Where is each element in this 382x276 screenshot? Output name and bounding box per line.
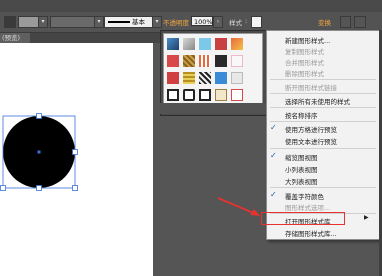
style-swatch[interactable] — [167, 55, 179, 67]
menu-separator — [270, 93, 376, 94]
style-swatch[interactable] — [183, 55, 195, 67]
center-point — [37, 150, 41, 154]
style-swatch[interactable] — [199, 55, 211, 67]
menu-separator — [270, 79, 376, 80]
chevron-down-icon[interactable]: ▾ — [152, 16, 162, 28]
variable-width-field[interactable]: 基本 — [104, 16, 154, 28]
menu-item-duplicate-style: 复制图形样式 — [285, 48, 324, 56]
menu-item-new-style[interactable]: 新建图形样式... — [285, 35, 330, 45]
style-swatch[interactable] — [231, 72, 243, 84]
style-swatch[interactable] — [183, 38, 195, 50]
style-swatch[interactable] — [199, 38, 211, 50]
style-swatch[interactable] — [251, 16, 262, 28]
selected-circle[interactable] — [0, 106, 90, 202]
style-swatch[interactable] — [199, 89, 211, 101]
transform-icon[interactable] — [340, 16, 351, 28]
stroke-weight-field[interactable] — [50, 16, 96, 28]
opacity-input[interactable]: 100% — [191, 16, 213, 26]
fill-swatch[interactable] — [4, 16, 16, 28]
menu-icon[interactable] — [354, 16, 366, 28]
menu-item-preview-square[interactable]: 使用方格进行预览 — [285, 124, 337, 134]
menu-item-style-options: 图形样式选项... — [285, 204, 331, 212]
style-swatch[interactable] — [231, 38, 243, 50]
handle-bottom-right[interactable] — [72, 185, 78, 191]
chevron-down-icon[interactable]: ▾ — [38, 16, 48, 28]
menu-item-save-library[interactable]: 存储图形样式库... — [285, 228, 337, 238]
panel-footer — [160, 103, 266, 114]
style-swatch[interactable] — [183, 72, 195, 84]
menu-separator — [270, 107, 376, 108]
menu-item-sort-by-name[interactable]: 按名称排序 — [285, 110, 318, 120]
style-swatch[interactable] — [215, 72, 227, 84]
style-swatch[interactable] — [215, 89, 227, 101]
menu-separator — [270, 121, 376, 122]
style-colon: : — [245, 17, 248, 25]
chevron-right-icon: ▶ — [364, 214, 369, 221]
document-tab[interactable]: (预览) — [0, 33, 30, 43]
style-swatch[interactable] — [215, 55, 227, 67]
menu-item-preview-text[interactable]: 使用文本进行预览 — [285, 136, 337, 146]
menu-item-select-unused[interactable]: 选择所有未使用的样式 — [285, 96, 350, 106]
stroke-swatch[interactable] — [18, 16, 40, 28]
stroke-profile-label: 基本 — [132, 18, 145, 26]
menu-bar — [0, 0, 382, 12]
menu-item-break-link: 断开图形样式链接 — [285, 84, 337, 92]
handle-top[interactable] — [36, 113, 42, 119]
style-swatch[interactable] — [167, 38, 179, 50]
check-icon: ✓ — [270, 190, 277, 199]
menu-item-thumbnail-view[interactable]: 缩览图视图 — [285, 152, 318, 162]
check-icon: ✓ — [270, 151, 277, 160]
style-swatch[interactable] — [231, 89, 243, 101]
chevron-down-icon[interactable]: ▾ — [94, 16, 104, 28]
opacity-arrow-icon[interactable]: › — [213, 16, 223, 28]
menu-item-large-list-view[interactable]: 大列表视图 — [285, 176, 318, 186]
highlight-box — [261, 212, 345, 225]
menu-item-merge-styles: 合并图形样式 — [285, 59, 324, 67]
handle-bottom[interactable] — [36, 185, 42, 191]
opacity-label[interactable]: 不透明度 — [163, 17, 189, 27]
menu-separator — [270, 148, 376, 149]
stroke-line-preview — [108, 21, 130, 23]
handle-right[interactable] — [72, 149, 78, 155]
style-swatch[interactable] — [167, 89, 179, 101]
style-swatch[interactable] — [167, 72, 179, 84]
graphic-styles-grid — [163, 33, 263, 105]
style-swatch[interactable] — [215, 38, 227, 50]
menu-item-delete-style: 删除图形样式 — [285, 70, 324, 78]
check-icon: ✓ — [270, 123, 277, 132]
annotation-arrow — [217, 197, 260, 216]
arrow-shaft — [217, 197, 257, 215]
menu-item-small-list-view[interactable]: 小列表视图 — [285, 164, 318, 174]
menu-item-override-color[interactable]: 覆盖字符颜色 — [285, 191, 324, 201]
style-swatch[interactable] — [183, 89, 195, 101]
handle-bottom-left[interactable] — [0, 185, 6, 191]
style-label: 样式 — [229, 19, 242, 27]
style-swatch[interactable] — [231, 55, 243, 67]
menu-separator — [270, 187, 376, 188]
style-swatch[interactable] — [199, 72, 211, 84]
transform-label[interactable]: 变换 — [318, 17, 331, 27]
